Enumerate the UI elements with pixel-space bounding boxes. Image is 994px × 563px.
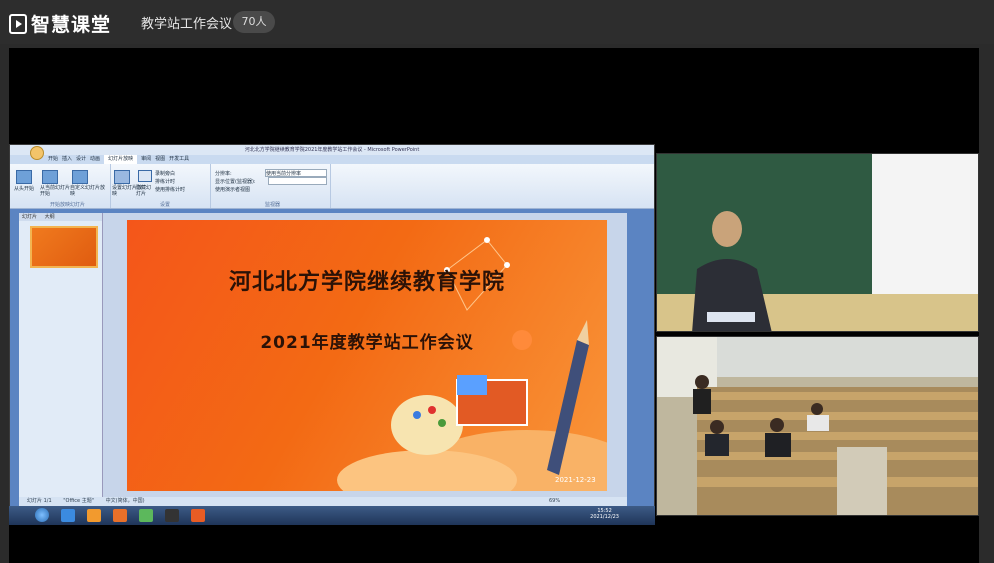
resolution-select[interactable]: 使用当前分辨率 [265, 169, 327, 177]
ribbon-chk-use-timings[interactable]: 使用排练计时 [155, 186, 185, 193]
slideshow-from-start-icon[interactable] [16, 170, 32, 184]
tab-design[interactable]: 设计 [76, 155, 86, 164]
ie-icon[interactable] [61, 509, 75, 522]
ribbon-group-start: 开始放映幻灯片 [50, 202, 86, 208]
windows-taskbar: 15:52 2021/12/23 [9, 506, 655, 525]
ribbon-btn-from-current[interactable]: 从当前幻灯片开始 [40, 185, 70, 197]
slide-date: 2021-12-23 [555, 476, 596, 484]
ribbon-btn-from-start[interactable]: 从头开始 [14, 185, 34, 192]
ribbon-btn-rehearse[interactable]: 排练计时 [155, 178, 175, 185]
meeting-title: 教学站工作会议 [141, 17, 233, 32]
app-icon[interactable] [165, 509, 179, 522]
slide-title: 河北北方学院继续教育学院 [228, 270, 505, 295]
ribbon-divider [330, 164, 331, 208]
tab-developer[interactable]: 开发工具 [169, 155, 189, 164]
tab-slideshow[interactable]: 幻灯片放映 [104, 155, 138, 164]
tab-outline[interactable]: 大纲 [45, 214, 55, 220]
setup-slideshow-icon[interactable] [114, 170, 130, 184]
monitor-select[interactable] [268, 177, 327, 185]
powerpoint-title-bar: 河北北方学院继续教育学院2021年度教学站工作会议 - Microsoft Po… [10, 145, 654, 155]
tab-review[interactable]: 审阅 [141, 155, 151, 164]
hide-slide-icon[interactable] [138, 170, 152, 182]
participant-count-badge[interactable]: 70人 [233, 11, 275, 33]
language-indicator: 中文(简体，中国) [105, 498, 145, 504]
classroom-camera-feed[interactable] [656, 336, 979, 516]
zoom-level[interactable]: 69% [549, 497, 560, 506]
ribbon: 从头开始 从当前幻灯片开始 自定义幻灯片放映 开始放映幻灯片 设置幻灯片放映 隐… [10, 164, 654, 209]
ribbon-divider [210, 164, 211, 208]
tab-slides[interactable]: 幻灯片 [22, 214, 37, 220]
monitor-label: 显示位置(监视器): [215, 179, 256, 185]
play-logo-icon [9, 13, 27, 34]
slideshow-from-current-icon[interactable] [42, 170, 58, 184]
chrome-icon[interactable] [139, 509, 153, 522]
ribbon-btn-narration[interactable]: 录制旁白 [155, 170, 175, 177]
powerpoint-task-icon[interactable] [191, 509, 205, 522]
ribbon-group-monitor: 监视器 [265, 202, 281, 208]
tab-home[interactable]: 开始 [48, 155, 58, 164]
system-clock: 15:52 2021/12/23 [590, 508, 619, 520]
resolution-label: 分辨率: [215, 171, 232, 177]
tab-insert[interactable]: 插入 [62, 155, 72, 164]
ribbon-group-setup: 设置 [160, 202, 171, 208]
clock-date: 2021/12/23 [590, 514, 619, 520]
ribbon-chk-presenter-view[interactable]: 使用演示者视图 [215, 186, 250, 193]
tab-view[interactable]: 视图 [155, 155, 165, 164]
theme-name: "Office 主题" [63, 498, 95, 504]
slides-pane: 幻灯片 大纲 [19, 213, 103, 497]
ribbon-divider [110, 164, 111, 208]
firefox-icon[interactable] [113, 509, 127, 522]
ribbon-btn-hide[interactable]: 隐藏幻灯片 [136, 185, 152, 197]
teacher-camera-feed[interactable] [656, 153, 979, 332]
app-brand: 智慧课堂 [31, 14, 112, 36]
teacher-camera-image [657, 154, 978, 331]
media-player-icon[interactable] [87, 509, 101, 522]
powerpoint-status-bar: 幻灯片 1/1 "Office 主题" 中文(简体，中国) 69% [19, 497, 627, 506]
ribbon-btn-custom[interactable]: 自定义幻灯片放映 [70, 185, 106, 197]
slide-thumbnail[interactable] [30, 226, 98, 268]
top-bar: 智慧课堂 教学站工作会议 70人 [0, 0, 994, 44]
classroom-camera-image [657, 337, 978, 515]
tab-animation[interactable]: 动画 [90, 155, 100, 164]
app-logo: 智慧课堂 [9, 10, 111, 37]
slides-pane-tabs: 幻灯片 大纲 [19, 213, 102, 221]
start-button-icon[interactable] [35, 508, 49, 522]
slide-subtitle: 2021年度教学站工作会议 [260, 333, 474, 353]
custom-slideshow-icon[interactable] [72, 170, 88, 184]
slide-content: 河北北方学院继续教育学院 2021年度教学站工作会议 2021-12-23 [127, 220, 607, 491]
office-button-icon [30, 146, 44, 160]
slide-decoration [337, 237, 607, 491]
slide-counter: 幻灯片 1/1 [27, 498, 52, 504]
ribbon-tabs: 开始 插入 设计 动画 幻灯片放映 审阅 视图 开发工具 [10, 155, 654, 164]
